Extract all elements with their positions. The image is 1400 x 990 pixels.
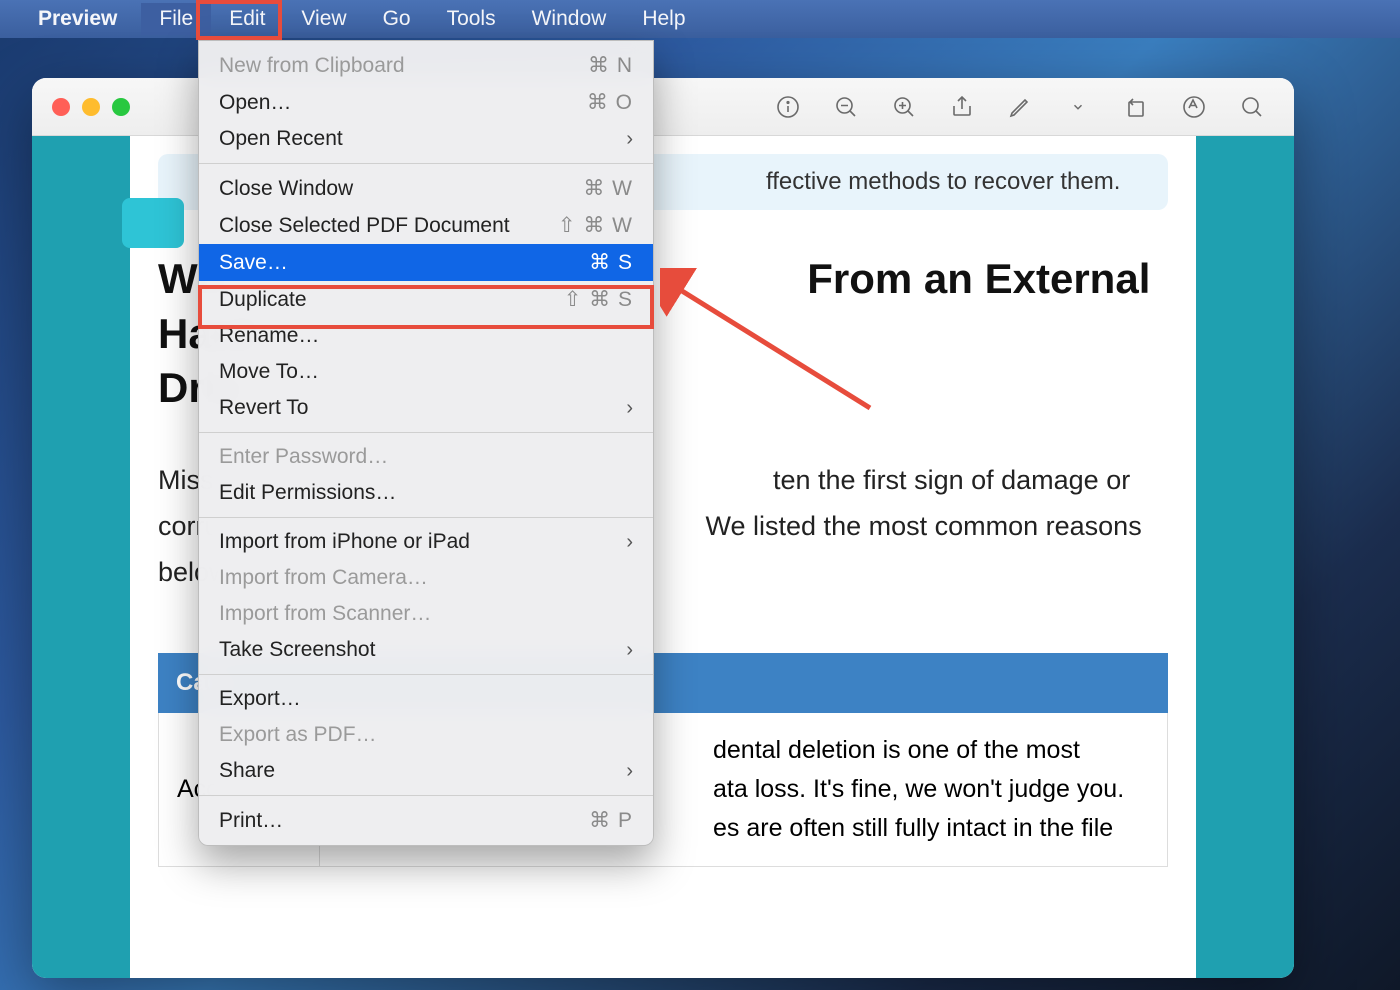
menu-item-duplicate[interactable]: Duplicate⇧ ⌘ S (199, 281, 653, 318)
menubar-app-name[interactable]: Preview (38, 7, 117, 31)
menu-item-import-iphone-ipad[interactable]: Import from iPhone or iPad› (199, 524, 653, 560)
info-box-accent (122, 198, 184, 248)
rotate-icon[interactable] (1124, 95, 1148, 119)
menu-item-open[interactable]: Open…⌘ O (199, 84, 653, 121)
info-icon[interactable] (776, 95, 800, 119)
chevron-right-icon: › (626, 639, 633, 662)
menu-separator (199, 163, 653, 164)
traffic-lights (52, 98, 130, 116)
chevron-right-icon: › (626, 531, 633, 554)
menu-item-share[interactable]: Share› (199, 753, 653, 789)
markup-icon[interactable] (1008, 95, 1032, 119)
chevron-down-icon[interactable] (1066, 95, 1090, 119)
menubar-item-go[interactable]: Go (365, 3, 429, 35)
menubar-item-edit[interactable]: Edit (211, 3, 283, 35)
window-maximize-button[interactable] (112, 98, 130, 116)
menu-item-open-recent[interactable]: Open Recent› (199, 121, 653, 157)
menubar-item-window[interactable]: Window (514, 3, 625, 35)
menu-item-rename[interactable]: Rename… (199, 318, 653, 354)
menu-item-export-pdf[interactable]: Export as PDF… (199, 717, 653, 753)
chevron-right-icon: › (626, 760, 633, 783)
menu-item-take-screenshot[interactable]: Take Screenshot› (199, 632, 653, 668)
info-text-tail: ffective methods to recover them. (766, 168, 1120, 195)
menu-item-save[interactable]: Save…⌘ S (199, 244, 653, 281)
window-close-button[interactable] (52, 98, 70, 116)
menu-item-import-scanner[interactable]: Import from Scanner… (199, 596, 653, 632)
menu-separator (199, 517, 653, 518)
menu-item-export[interactable]: Export… (199, 681, 653, 717)
zoom-in-icon[interactable] (892, 95, 916, 119)
window-minimize-button[interactable] (82, 98, 100, 116)
menu-item-close-window[interactable]: Close Window⌘ W (199, 170, 653, 207)
menubar: Preview File Edit View Go Tools Window H… (0, 0, 1400, 38)
menubar-item-tools[interactable]: Tools (429, 3, 514, 35)
menu-item-enter-password[interactable]: Enter Password… (199, 439, 653, 475)
menu-item-import-camera[interactable]: Import from Camera… (199, 560, 653, 596)
menubar-item-file[interactable]: File (141, 3, 211, 35)
zoom-out-icon[interactable] (834, 95, 858, 119)
menu-separator (199, 795, 653, 796)
menu-item-new-from-clipboard[interactable]: New from Clipboard⌘ N (199, 47, 653, 84)
menu-item-revert-to[interactable]: Revert To› (199, 390, 653, 426)
share-icon[interactable] (950, 95, 974, 119)
chevron-right-icon: › (626, 397, 633, 420)
menu-separator (199, 432, 653, 433)
file-menu-dropdown: New from Clipboard⌘ N Open…⌘ O Open Rece… (198, 40, 654, 846)
search-icon[interactable] (1240, 95, 1264, 119)
menu-item-close-selected-pdf[interactable]: Close Selected PDF Document⇧ ⌘ W (199, 207, 653, 244)
menubar-item-view[interactable]: View (283, 3, 364, 35)
menubar-item-help[interactable]: Help (624, 3, 703, 35)
menu-item-move-to[interactable]: Move To… (199, 354, 653, 390)
menu-item-edit-permissions[interactable]: Edit Permissions… (199, 475, 653, 511)
menu-separator (199, 674, 653, 675)
highlight-icon[interactable] (1182, 95, 1206, 119)
chevron-right-icon: › (626, 128, 633, 151)
menu-item-print[interactable]: Print…⌘ P (199, 802, 653, 839)
toolbar (776, 95, 1274, 119)
